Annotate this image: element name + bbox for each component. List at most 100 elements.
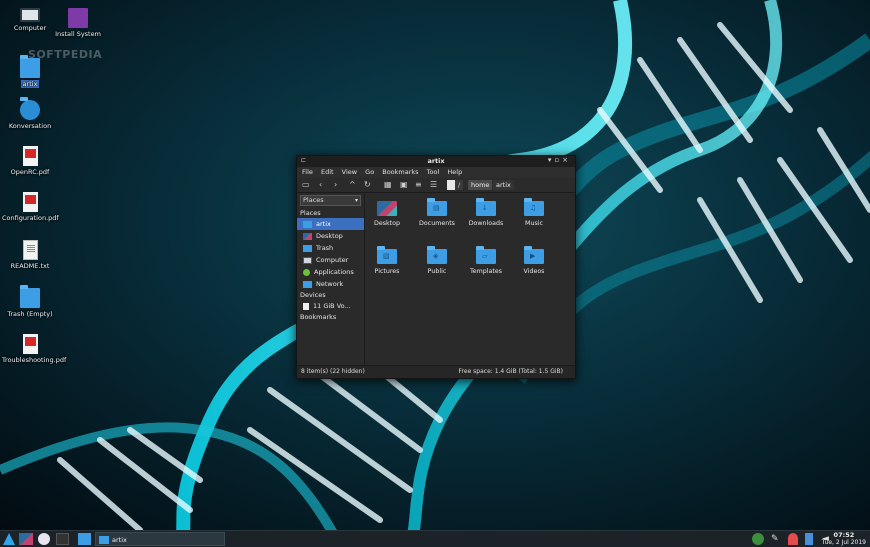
detailed-view-icon[interactable]: ☰: [430, 180, 437, 190]
pictures-folder-icon: ▧: [377, 246, 397, 264]
sidebar-item-trash[interactable]: Trash: [297, 242, 364, 254]
computer-icon: [303, 256, 312, 264]
back-icon[interactable]: ‹: [319, 180, 322, 190]
clock[interactable]: 07:52 Tue, 2 Jul 2019: [822, 532, 866, 547]
drive-icon: [303, 302, 309, 310]
sidebar-item-label: Network: [316, 280, 344, 288]
sidebar: Places Places artix Desktop Trash Comput…: [297, 193, 365, 365]
artix-menu-icon[interactable]: [3, 533, 15, 545]
sidebar-item-volume[interactable]: 11 GiB Vo...: [297, 300, 364, 312]
devices-heading: Devices: [300, 291, 326, 299]
item-count: 8 item(s) (22 hidden): [301, 368, 365, 375]
documents-folder-icon: ▤: [427, 198, 447, 216]
path-root-label[interactable]: /: [455, 180, 464, 190]
file-item-desktop[interactable]: Desktop: [365, 201, 409, 227]
desktop-folder-icon: [377, 201, 397, 216]
compact-view-icon[interactable]: ≡: [415, 180, 422, 190]
file-item-label: Documents: [419, 220, 455, 227]
file-item-pictures[interactable]: ▧ Pictures: [365, 246, 409, 275]
forward-icon[interactable]: ›: [334, 180, 337, 190]
desktop-icon-label: Configuration.pdf: [2, 214, 59, 222]
window-title: artix: [427, 157, 445, 165]
file-item-label: Public: [427, 268, 447, 275]
sidebar-item-label: Computer: [316, 256, 349, 264]
desktop-icon-label: artix: [20, 80, 40, 89]
menu-tool[interactable]: Tool: [427, 167, 440, 178]
videos-folder-icon: ▶: [524, 246, 544, 264]
battery-icon[interactable]: [805, 533, 813, 545]
sidebar-item-artix[interactable]: artix: [297, 218, 364, 230]
file-item-music[interactable]: ♫ Music: [512, 198, 556, 227]
home-folder-icon: [20, 55, 40, 78]
menu-edit[interactable]: Edit: [321, 167, 334, 178]
desktop-icon-configuration-pdf[interactable]: Configuration.pdf: [2, 192, 59, 222]
sidebar-item-label: artix: [316, 220, 331, 228]
maximize-icon[interactable]: ▫: [554, 156, 562, 164]
sidebar-item-label: Applications: [314, 268, 354, 276]
free-space: Free space: 1.4 GiB (Total: 1.5 GiB): [458, 368, 563, 375]
computer-icon: [20, 8, 40, 22]
up-icon[interactable]: ^: [349, 180, 356, 190]
file-item-label: Downloads: [468, 220, 504, 227]
pdf-icon: [22, 334, 38, 354]
window-titlebar[interactable]: ⊏ artix ▾▫×: [297, 156, 575, 167]
path-segment-home[interactable]: home: [468, 180, 493, 190]
taskbar-task-artix[interactable]: artix: [95, 532, 225, 546]
file-item-videos[interactable]: ▶ Videos: [512, 246, 556, 275]
file-item-public[interactable]: ◈ Public: [415, 246, 459, 275]
file-item-downloads[interactable]: ↓ Downloads: [464, 198, 508, 227]
browser-icon[interactable]: [38, 533, 50, 545]
menu-go[interactable]: Go: [365, 167, 374, 178]
desktop-icon-label: Troubleshooting.pdf: [2, 356, 67, 364]
desktop-icon-install-system[interactable]: Install System: [50, 8, 106, 38]
desktop-icon-artix[interactable]: artix: [2, 55, 58, 89]
side-pane-mode-select[interactable]: Places: [300, 195, 361, 206]
taskbar: artix ✎ ◄ 07:52 Tue, 2 Jul 2019: [0, 530, 870, 547]
desktop-icon-openrc-pdf[interactable]: OpenRC.pdf: [2, 146, 58, 176]
desktop-icon-label: OpenRC.pdf: [10, 168, 50, 176]
desktop-icon-label: Install System: [55, 30, 101, 38]
menu-file[interactable]: File: [302, 167, 313, 178]
public-folder-icon: ◈: [427, 246, 447, 264]
menu-bookmarks[interactable]: Bookmarks: [382, 167, 418, 178]
close-icon[interactable]: ×: [562, 156, 571, 164]
pdf-icon: [22, 192, 38, 212]
konversation-icon: [20, 97, 40, 120]
sidebar-item-desktop[interactable]: Desktop: [297, 230, 364, 242]
path-root-button[interactable]: [447, 180, 455, 190]
install-system-icon: [68, 8, 88, 28]
pdf-icon: [22, 146, 38, 166]
desktop-icon-readme[interactable]: README.txt: [2, 240, 58, 270]
file-item-label: Videos: [523, 268, 545, 275]
pen-icon[interactable]: ✎: [771, 533, 781, 545]
file-manager-icon[interactable]: [78, 533, 91, 545]
templates-folder-icon: ▱: [476, 246, 496, 264]
sidebar-item-applications[interactable]: Applications: [297, 266, 364, 278]
menu-view[interactable]: View: [342, 167, 357, 178]
show-desktop-icon[interactable]: [19, 533, 33, 545]
file-item-templates[interactable]: ▱ Templates: [464, 246, 508, 275]
sidebar-item-label: Trash: [316, 244, 334, 252]
statusbar: 8 item(s) (22 hidden) Free space: 1.4 Gi…: [297, 365, 575, 378]
desktop-icon-label: Konversation: [8, 122, 52, 130]
sidebar-item-network[interactable]: Network: [297, 278, 364, 290]
desktop-icon-troubleshooting-pdf[interactable]: Troubleshooting.pdf: [2, 334, 67, 364]
desktop-icon-trash[interactable]: Trash (Empty): [2, 285, 58, 318]
ghost-icon[interactable]: [788, 533, 798, 545]
file-item-documents[interactable]: ▤ Documents: [415, 198, 459, 227]
thumbnail-view-icon[interactable]: ▣: [400, 180, 408, 190]
music-folder-icon: ♫: [524, 198, 544, 216]
file-item-label: Music: [525, 220, 543, 227]
terminal-icon[interactable]: [56, 533, 69, 545]
desktop-icon: [303, 232, 312, 240]
sidebar-item-computer[interactable]: Computer: [297, 254, 364, 266]
desktop-icon-konversation[interactable]: Konversation: [2, 97, 58, 130]
new-tab-icon[interactable]: ▭: [302, 180, 310, 190]
update-icon[interactable]: [752, 533, 764, 545]
path-segment-artix[interactable]: artix: [493, 180, 514, 190]
file-item-label: Templates: [469, 268, 502, 275]
icon-view-icon[interactable]: ▦: [384, 180, 392, 190]
menu-help[interactable]: Help: [447, 167, 462, 178]
reload-icon[interactable]: ↻: [364, 180, 371, 190]
file-item-label: Desktop: [374, 220, 400, 227]
